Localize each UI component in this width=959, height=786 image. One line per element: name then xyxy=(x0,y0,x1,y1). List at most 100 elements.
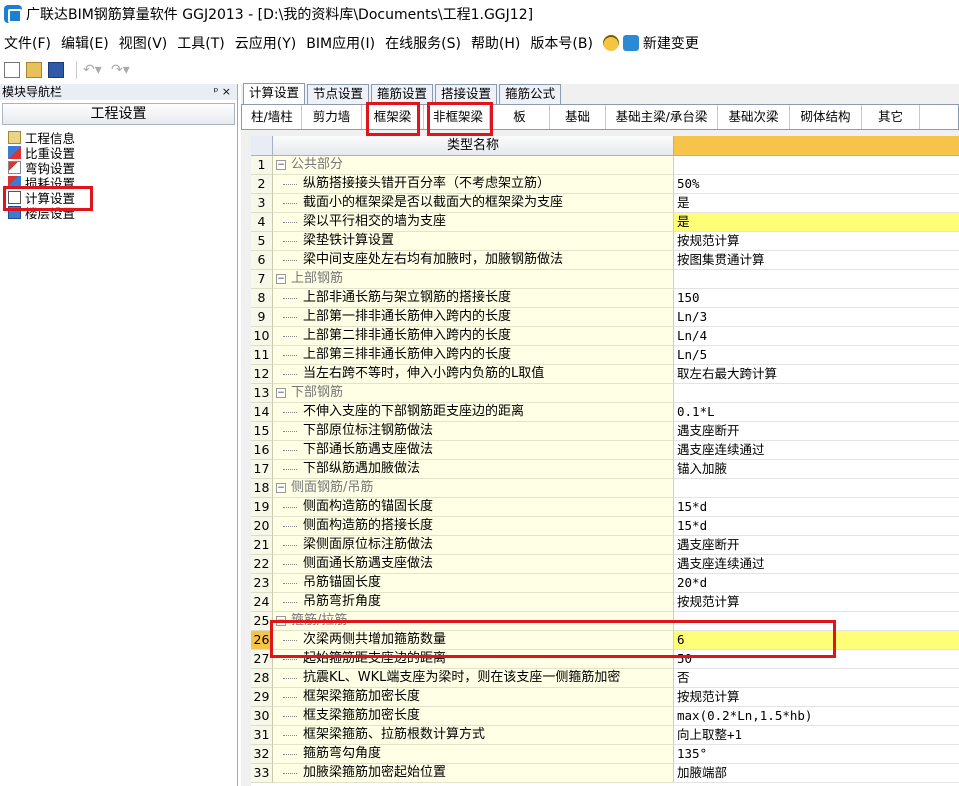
table-row[interactable]: 17 下部纵筋遇加腋做法 锚入加腋 xyxy=(251,460,959,479)
table-row[interactable]: 24 吊筋弯折角度 按规范计算 xyxy=(251,593,959,612)
setting-value[interactable]: 遇支座连续通过 xyxy=(674,555,959,574)
setting-value[interactable]: 遇支座断开 xyxy=(674,422,959,441)
setting-value[interactable]: 按图集贯通计算 xyxy=(674,251,959,270)
setting-value[interactable]: 按规范计算 xyxy=(674,593,959,612)
setting-value[interactable]: 按规范计算 xyxy=(674,688,959,707)
table-row[interactable]: 28 抗震KL、WKL端支座为梁时，则在该支座一侧箍筋加密 否 xyxy=(251,669,959,688)
redo-icon[interactable]: ↷▾ xyxy=(111,62,133,78)
table-row[interactable]: 21 梁侧面原位标注筋做法 遇支座断开 xyxy=(251,536,959,555)
new-change-icon[interactable] xyxy=(622,35,639,51)
helmet-icon[interactable] xyxy=(602,35,619,51)
setting-value[interactable]: 6 xyxy=(674,631,959,650)
subtab-foundation[interactable]: 基础 xyxy=(550,105,606,129)
setting-value[interactable]: 15*d xyxy=(674,498,959,517)
table-row[interactable]: 8 上部非通长筋与架立钢筋的搭接长度 150 xyxy=(251,289,959,308)
setting-value[interactable]: max(0.2*Ln,1.5*hb) xyxy=(674,707,959,726)
collapse-toggle-icon[interactable]: − xyxy=(276,274,286,284)
table-row[interactable]: 11 上部第三排非通长筋伸入跨内的长度 Ln/5 xyxy=(251,346,959,365)
setting-value[interactable]: 按规范计算 xyxy=(674,232,959,251)
tab-stirrup-formula[interactable]: 箍筋公式 xyxy=(499,84,562,104)
table-row[interactable]: 14 不伸入支座的下部钢筋距支座边的距离 0.1*L xyxy=(251,403,959,422)
subtab-non-frame-beam[interactable]: 非框架梁 xyxy=(424,105,490,129)
table-row[interactable]: 5 梁垫铁计算设置 按规范计算 xyxy=(251,232,959,251)
section-row[interactable]: 13− 下部钢筋 xyxy=(251,384,959,403)
table-row[interactable]: 16 下部通长筋遇支座做法 遇支座连续通过 xyxy=(251,441,959,460)
setting-value[interactable]: 20*d xyxy=(674,574,959,593)
pin-close-icon[interactable]: ᵖ × xyxy=(214,84,231,100)
collapse-toggle-icon[interactable]: − xyxy=(276,483,286,493)
table-row[interactable]: 3 截面小的框架梁是否以截面大的框架梁为支座 是 xyxy=(251,194,959,213)
table-row[interactable]: 20 侧面构造筋的搭接长度 15*d xyxy=(251,517,959,536)
tab-calc-settings[interactable]: 计算设置 xyxy=(243,83,306,104)
collapse-toggle-icon[interactable]: − xyxy=(276,616,286,626)
menu-bim[interactable]: BIM应用(I) xyxy=(306,33,375,53)
save-icon[interactable] xyxy=(48,62,64,78)
setting-value[interactable]: 向上取整+1 xyxy=(674,726,959,745)
table-row[interactable]: 6 梁中间支座处左右均有加腋时，加腋钢筋做法 按图集贯通计算 xyxy=(251,251,959,270)
setting-value[interactable]: Ln/4 xyxy=(674,327,959,346)
table-row[interactable]: 30 框支梁箍筋加密长度 max(0.2*Ln,1.5*hb) xyxy=(251,707,959,726)
subtab-masonry[interactable]: 砌体结构 xyxy=(790,105,862,129)
setting-value[interactable]: 加腋端部 xyxy=(674,764,959,783)
table-row[interactable]: 32 箍筋弯勾角度 135° xyxy=(251,745,959,764)
setting-value[interactable]: 取左右最大跨计算 xyxy=(674,365,959,384)
setting-value[interactable]: 50% xyxy=(674,175,959,194)
setting-value[interactable]: 锚入加腋 xyxy=(674,460,959,479)
setting-value[interactable]: 是 xyxy=(674,213,959,232)
subtab-foundation-secondary-beam[interactable]: 基础次梁 xyxy=(718,105,790,129)
table-row[interactable]: 4 梁以平行相交的墙为支座 是 xyxy=(251,213,959,232)
menu-view[interactable]: 视图(V) xyxy=(119,33,168,53)
undo-icon[interactable]: ↶▾ xyxy=(83,62,105,78)
new-file-icon[interactable] xyxy=(4,62,20,78)
menu-file[interactable]: 文件(F) xyxy=(4,33,51,53)
table-row[interactable]: 27 起始箍筋距支座边的距离 50 xyxy=(251,650,959,669)
setting-value[interactable]: 遇支座连续通过 xyxy=(674,441,959,460)
section-row[interactable]: 7− 上部钢筋 xyxy=(251,270,959,289)
menu-help[interactable]: 帮助(H) xyxy=(471,33,520,53)
subtab-foundation-main-beam[interactable]: 基础主梁/承台梁 xyxy=(606,105,718,129)
setting-value[interactable]: 是 xyxy=(674,194,959,213)
open-folder-icon[interactable] xyxy=(26,62,42,78)
table-row[interactable]: 26 次梁两侧共增加箍筋数量 6 xyxy=(251,631,959,650)
table-row[interactable]: 19 侧面构造筋的锚固长度 15*d xyxy=(251,498,959,517)
setting-value[interactable]: 50 xyxy=(674,650,959,669)
tab-node-settings[interactable]: 节点设置 xyxy=(307,84,370,104)
table-row[interactable]: 2 纵筋搭接接头错开百分率（不考虑架立筋） 50% xyxy=(251,175,959,194)
table-row[interactable]: 9 上部第一排非通长筋伸入跨内的长度 Ln/3 xyxy=(251,308,959,327)
new-change-button[interactable]: 新建变更 xyxy=(643,33,699,53)
menu-cloud[interactable]: 云应用(Y) xyxy=(235,33,296,53)
subtab-slab[interactable]: 板 xyxy=(490,105,550,129)
section-row[interactable]: 18− 侧面钢筋/吊筋 xyxy=(251,479,959,498)
table-row[interactable]: 22 侧面通长筋遇支座做法 遇支座连续通过 xyxy=(251,555,959,574)
menu-tools[interactable]: 工具(T) xyxy=(177,33,224,53)
table-row[interactable]: 29 框架梁箍筋加密长度 按规范计算 xyxy=(251,688,959,707)
setting-value[interactable]: 135° xyxy=(674,745,959,764)
table-row[interactable]: 33 加腋梁箍筋加密起始位置 加腋端部 xyxy=(251,764,959,783)
setting-value[interactable]: 0.1*L xyxy=(674,403,959,422)
menu-online-service[interactable]: 在线服务(S) xyxy=(385,33,461,53)
collapse-toggle-icon[interactable]: − xyxy=(276,388,286,398)
table-row[interactable]: 12 当左右跨不等时，伸入小跨内负筋的L取值 取左右最大跨计算 xyxy=(251,365,959,384)
setting-value[interactable]: 15*d xyxy=(674,517,959,536)
menu-edit[interactable]: 编辑(E) xyxy=(61,33,109,53)
table-row[interactable]: 31 框架梁箍筋、拉筋根数计算方式 向上取整+1 xyxy=(251,726,959,745)
table-row[interactable]: 23 吊筋锚固长度 20*d xyxy=(251,574,959,593)
menu-version[interactable]: 版本号(B) xyxy=(530,33,593,53)
tab-lap-settings[interactable]: 搭接设置 xyxy=(435,84,498,104)
nav-item-floor[interactable]: 楼层设置 xyxy=(8,205,237,221)
setting-value[interactable]: 否 xyxy=(674,669,959,688)
section-row[interactable]: 25− 箍筋/拉筋 xyxy=(251,612,959,631)
tab-stirrup-settings[interactable]: 箍筋设置 xyxy=(371,84,434,104)
subtab-other[interactable]: 其它 xyxy=(862,105,920,129)
setting-value[interactable]: Ln/3 xyxy=(674,308,959,327)
collapse-toggle-icon[interactable]: − xyxy=(276,160,286,170)
table-row[interactable]: 15 下部原位标注钢筋做法 遇支座断开 xyxy=(251,422,959,441)
table-row[interactable]: 10 上部第二排非通长筋伸入跨内的长度 Ln/4 xyxy=(251,327,959,346)
subtab-column[interactable]: 柱/墙柱 xyxy=(242,105,302,129)
setting-value[interactable]: 150 xyxy=(674,289,959,308)
setting-value[interactable]: 遇支座断开 xyxy=(674,536,959,555)
section-row[interactable]: 1− 公共部分 xyxy=(251,156,959,175)
setting-value[interactable]: Ln/5 xyxy=(674,346,959,365)
subtab-shear-wall[interactable]: 剪力墙 xyxy=(302,105,362,129)
subtab-frame-beam[interactable]: 框架梁 xyxy=(362,105,424,129)
